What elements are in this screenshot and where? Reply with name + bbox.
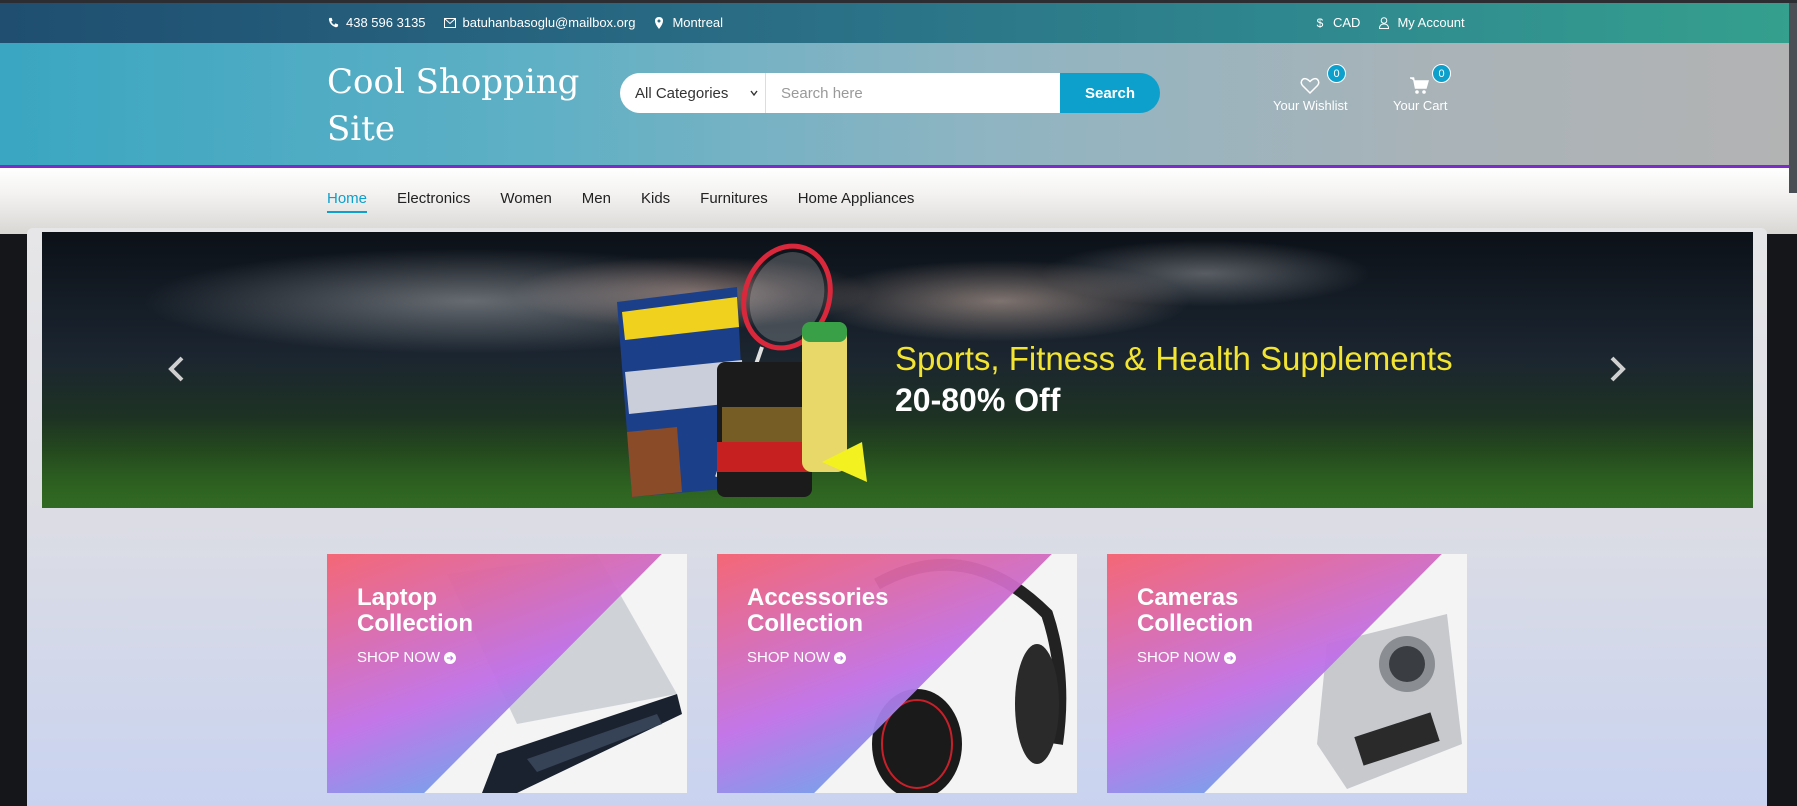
- page-scrollbar[interactable]: [1789, 3, 1797, 193]
- chevron-left-icon: [168, 356, 184, 382]
- my-account-label: My Account: [1397, 15, 1465, 30]
- collection-title-line1: Cameras: [1137, 584, 1239, 611]
- shopping-cart-icon: [1410, 77, 1430, 98]
- dollar-icon: $: [1316, 15, 1324, 30]
- nav-item-kids[interactable]: Kids: [641, 190, 670, 213]
- collection-title-line2: Collection: [747, 610, 864, 637]
- collection-title: Laptop Collection: [357, 585, 473, 637]
- cart-count-badge: 0: [1432, 64, 1451, 83]
- collection-title-line1: Accessories: [747, 584, 889, 611]
- arrow-circle-right-icon: ➜: [1224, 651, 1237, 664]
- search-form: All Categories Search: [620, 73, 1160, 113]
- slider-prev-button[interactable]: [162, 354, 192, 384]
- category-selected: All Categories: [635, 84, 729, 102]
- phone-link[interactable]: 438 596 3135: [327, 15, 426, 30]
- location-text: Montreal: [672, 15, 724, 30]
- nav-item-men[interactable]: Men: [582, 190, 611, 213]
- arrow-circle-right-icon: ➜: [444, 651, 457, 664]
- email-address: batuhanbasoglu@mailbox.org: [462, 15, 636, 30]
- cart-label: Your Cart: [1393, 98, 1448, 113]
- shop-now-label: SHOP NOW: [747, 649, 831, 666]
- search-button[interactable]: Search: [1060, 73, 1160, 113]
- main-navigation: Home Electronics Women Men Kids Furnitur…: [0, 168, 1797, 234]
- top-bar: 438 596 3135 batuhanbasoglu@mailbox.org …: [0, 0, 1797, 43]
- main-header: Cool Shopping Site All Categories Search…: [0, 43, 1797, 168]
- currency-label: CAD: [1333, 15, 1361, 30]
- shop-now-link[interactable]: SHOP NOW ➜: [357, 649, 457, 666]
- user-icon: [1378, 16, 1390, 29]
- slider-next-button[interactable]: [1602, 354, 1632, 384]
- wishlist-link[interactable]: 0 Your Wishlist: [1273, 64, 1348, 113]
- wishlist-label: Your Wishlist: [1273, 98, 1348, 113]
- site-logo[interactable]: Cool Shopping Site: [327, 59, 587, 153]
- account-links: $ CAD My Account: [1314, 15, 1465, 30]
- accessories-collection-card[interactable]: Accessories Collection SHOP NOW ➜: [717, 554, 1077, 793]
- phone-number: 438 596 3135: [346, 15, 426, 30]
- nav-item-home-appliances[interactable]: Home Appliances: [798, 190, 915, 213]
- shop-now-label: SHOP NOW: [357, 649, 441, 666]
- collection-title-line2: Collection: [1137, 610, 1254, 637]
- email-link[interactable]: batuhanbasoglu@mailbox.org: [443, 15, 636, 30]
- search-input[interactable]: [766, 73, 1060, 113]
- currency-selector[interactable]: $ CAD: [1314, 15, 1361, 30]
- heart-icon: [1300, 77, 1320, 98]
- map-marker-icon: [653, 16, 665, 29]
- nav-item-furnitures[interactable]: Furnitures: [700, 190, 768, 213]
- nav-item-women[interactable]: Women: [500, 190, 551, 213]
- slide-title: Sports, Fitness & Health Supplements: [895, 340, 1453, 377]
- collection-title-line1: Laptop: [357, 584, 437, 611]
- contact-info: 438 596 3135 batuhanbasoglu@mailbox.org …: [327, 15, 723, 30]
- supplements-product-image: [617, 243, 867, 497]
- slide-discount: 20-80% Off: [895, 382, 1061, 418]
- shop-now-link[interactable]: SHOP NOW ➜: [747, 649, 847, 666]
- wishlist-count-badge: 0: [1327, 64, 1346, 83]
- shop-now-link[interactable]: SHOP NOW ➜: [1137, 649, 1237, 666]
- hero-slider: Sports, Fitness & Health Supplements 20-…: [42, 232, 1753, 508]
- envelope-icon: [443, 17, 456, 29]
- phone-icon: [327, 17, 339, 29]
- nav-item-electronics[interactable]: Electronics: [397, 190, 470, 213]
- arrow-circle-right-icon: ➜: [834, 651, 847, 664]
- laptop-collection-card[interactable]: Laptop Collection SHOP NOW ➜: [327, 554, 687, 793]
- chevron-down-icon: [749, 85, 759, 102]
- collection-title: Accessories Collection: [747, 585, 888, 637]
- cameras-collection-card[interactable]: Cameras Collection SHOP NOW ➜: [1107, 554, 1467, 793]
- collection-title: Cameras Collection: [1137, 585, 1253, 637]
- category-select[interactable]: All Categories: [620, 73, 766, 113]
- shop-now-label: SHOP NOW: [1137, 649, 1221, 666]
- my-account-link[interactable]: My Account: [1378, 15, 1465, 30]
- collection-title-line2: Collection: [357, 610, 474, 637]
- chevron-right-icon: [1610, 356, 1626, 382]
- nav-item-home[interactable]: Home: [327, 190, 368, 213]
- location-link[interactable]: Montreal: [653, 15, 723, 30]
- cart-link[interactable]: 0 Your Cart: [1393, 64, 1451, 113]
